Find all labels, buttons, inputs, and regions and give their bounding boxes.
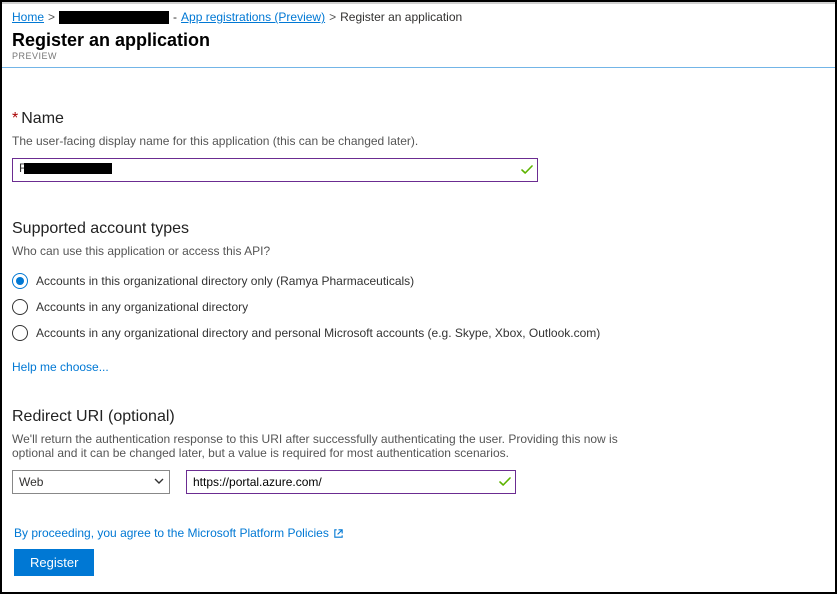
radio-icon — [12, 273, 28, 289]
breadcrumb-redacted — [59, 11, 169, 24]
external-link-icon — [333, 526, 344, 540]
account-types-desc: Who can use this application or access t… — [12, 244, 825, 258]
radio-label: Accounts in this organizational director… — [36, 274, 414, 288]
platform-policies-link[interactable]: By proceeding, you agree to the Microsof… — [14, 526, 344, 540]
help-me-choose-link[interactable]: Help me choose... — [12, 360, 109, 374]
account-types-radio-group: Accounts in this organizational director… — [12, 268, 825, 346]
radio-label: Accounts in any organizational directory… — [36, 326, 600, 340]
account-types-title: Supported account types — [12, 220, 825, 238]
breadcrumb-appreg[interactable]: App registrations (Preview) — [181, 10, 325, 24]
redirect-platform-select[interactable]: Web — [12, 470, 170, 494]
breadcrumb-dash: - — [173, 10, 177, 24]
radio-label: Accounts in any organizational directory — [36, 300, 248, 314]
name-input-redacted — [24, 163, 112, 174]
redirect-uri-title: Redirect URI (optional) — [12, 408, 825, 426]
preview-badge: PREVIEW — [12, 51, 825, 61]
name-desc: The user-facing display name for this ap… — [12, 134, 825, 148]
select-value: Web — [19, 475, 43, 489]
name-input[interactable]: F — [12, 158, 538, 182]
divider — [2, 67, 835, 68]
breadcrumb-current: Register an application — [340, 10, 462, 24]
chevron-down-icon — [153, 475, 165, 490]
redirect-uri-input[interactable] — [186, 470, 516, 494]
radio-any-org-personal[interactable]: Accounts in any organizational directory… — [12, 320, 825, 346]
chevron-right-icon: > — [48, 10, 55, 24]
checkmark-icon — [521, 164, 533, 176]
radio-icon — [12, 325, 28, 341]
chevron-right-icon: > — [329, 10, 336, 24]
name-label: *Name — [12, 110, 825, 128]
radio-org-only[interactable]: Accounts in this organizational director… — [12, 268, 825, 294]
register-button[interactable]: Register — [14, 549, 94, 576]
page-title: Register an application — [12, 30, 825, 51]
radio-icon — [12, 299, 28, 315]
checkmark-icon — [499, 476, 511, 488]
breadcrumb: Home > - App registrations (Preview) > R… — [2, 2, 835, 28]
redirect-uri-desc: We'll return the authentication response… — [12, 432, 632, 460]
radio-any-org[interactable]: Accounts in any organizational directory — [12, 294, 825, 320]
page-header: Register an application PREVIEW — [2, 28, 835, 67]
breadcrumb-home[interactable]: Home — [12, 10, 44, 24]
required-star: * — [12, 110, 18, 127]
